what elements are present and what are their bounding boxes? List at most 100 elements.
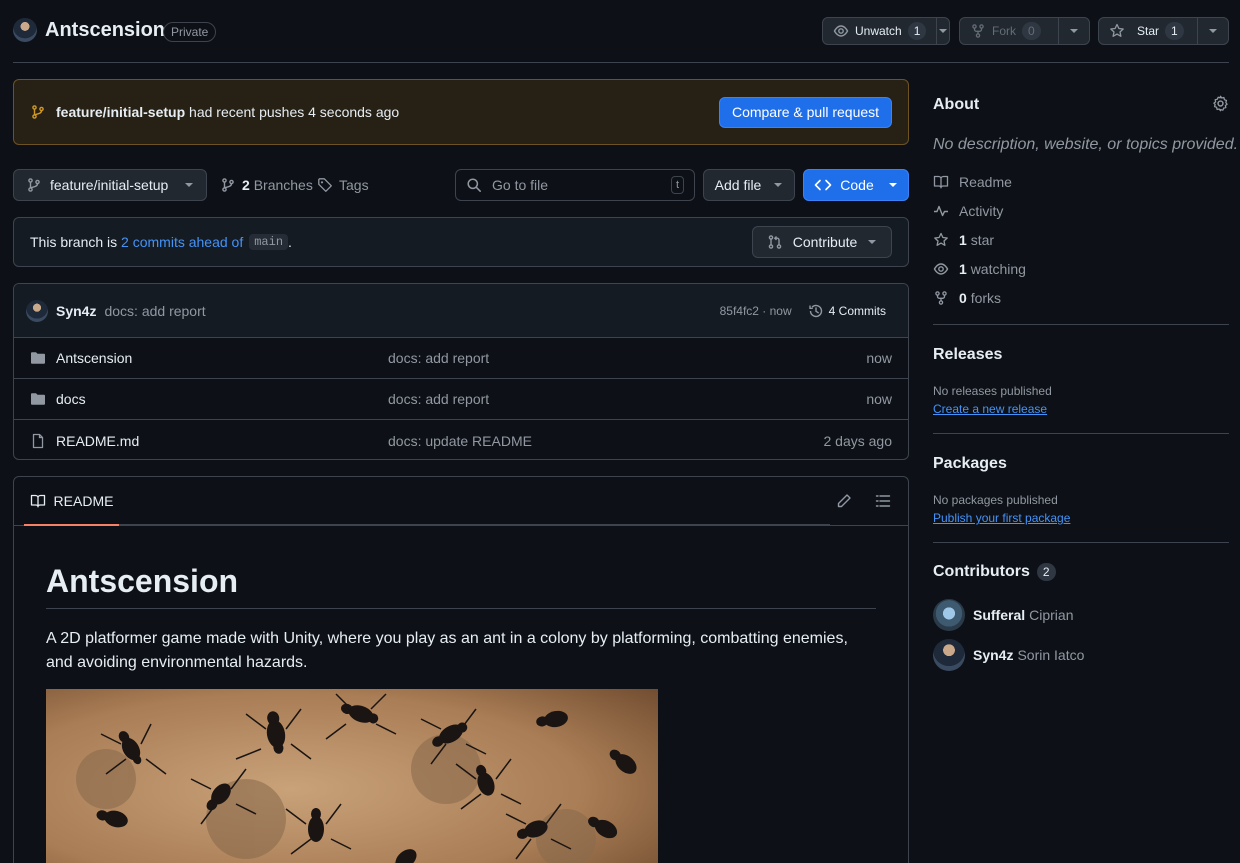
latest-commit-bar: Syn4z docs: add report 85f4fc2 · now 4 C… bbox=[14, 284, 908, 338]
chevron-down-icon[interactable] bbox=[1198, 18, 1228, 44]
sidebar-item-watching[interactable]: 1 watching bbox=[933, 261, 1026, 277]
file-name[interactable]: docs bbox=[56, 391, 388, 407]
tab-readme[interactable]: README bbox=[24, 477, 119, 526]
push-message: had recent pushes 4 seconds ago bbox=[189, 104, 400, 120]
star-button[interactable]: Star 1 bbox=[1098, 17, 1229, 45]
chevron-down-icon bbox=[773, 182, 783, 188]
history-icon bbox=[808, 303, 824, 319]
file-commit-message[interactable]: docs: add report bbox=[388, 391, 866, 407]
avatar[interactable] bbox=[933, 639, 965, 671]
packages-title[interactable]: Packages bbox=[933, 455, 1007, 473]
avatar[interactable] bbox=[933, 599, 965, 631]
contribute-button[interactable]: Contribute bbox=[752, 226, 892, 258]
fork-icon bbox=[970, 23, 986, 39]
sidebar-divider bbox=[933, 433, 1229, 434]
file-commit-message[interactable]: docs: add report bbox=[388, 350, 866, 366]
repo-name[interactable]: Antscension bbox=[45, 19, 165, 42]
branches-label: Branches bbox=[253, 177, 313, 193]
sidebar-item-readme[interactable]: Readme bbox=[933, 174, 1012, 190]
branch-icon bbox=[26, 177, 42, 193]
pushed-branch-name[interactable]: feature/initial-setup bbox=[56, 104, 185, 120]
pencil-icon[interactable] bbox=[836, 493, 852, 509]
commit-sha-time[interactable]: 85f4fc2 · now bbox=[720, 304, 792, 318]
contributors-header[interactable]: Contributors 2 bbox=[933, 563, 1056, 581]
star-icon bbox=[933, 232, 949, 248]
publish-package-link[interactable]: Publish your first package bbox=[933, 511, 1070, 525]
tags-link[interactable]: Tags bbox=[317, 177, 369, 193]
code-button[interactable]: Code bbox=[803, 169, 909, 201]
fork-label: Fork bbox=[992, 24, 1016, 38]
contributor-item[interactable]: Sufferal Ciprian bbox=[933, 599, 1073, 631]
contributor-login[interactable]: Sufferal bbox=[973, 607, 1025, 623]
chevron-down-icon[interactable] bbox=[937, 18, 949, 44]
search-icon bbox=[466, 177, 482, 193]
watch-count: 1 bbox=[907, 22, 927, 40]
chevron-down-icon[interactable] bbox=[1059, 18, 1089, 44]
branch-icon bbox=[220, 177, 236, 193]
sidebar-item-label: star bbox=[970, 232, 995, 248]
repo-owner-avatar[interactable] bbox=[13, 18, 37, 42]
contribute-label: Contribute bbox=[792, 234, 858, 250]
file-name[interactable]: README.md bbox=[56, 433, 388, 449]
gear-icon[interactable] bbox=[1212, 95, 1229, 112]
go-to-file-input[interactable]: Go to file t bbox=[455, 169, 695, 201]
commit-message[interactable]: docs: add report bbox=[104, 303, 205, 319]
file-row[interactable]: README.md docs: update README 2 days ago bbox=[14, 420, 908, 459]
book-icon bbox=[933, 174, 949, 190]
contributor-name: Ciprian bbox=[1029, 607, 1074, 623]
sidebar-item-label: Readme bbox=[959, 174, 1012, 190]
file-row[interactable]: docs docs: add report now bbox=[14, 379, 908, 420]
commits-history-link[interactable]: 4 Commits bbox=[808, 303, 886, 319]
add-file-button[interactable]: Add file bbox=[703, 169, 795, 201]
sidebar-item-label: forks bbox=[970, 290, 1002, 306]
commit-author[interactable]: Syn4z bbox=[56, 303, 96, 319]
file-row[interactable]: Antscension docs: add report now bbox=[14, 338, 908, 379]
readme-description: A 2D platformer game made with Unity, wh… bbox=[46, 630, 848, 671]
releases-note: No releases published bbox=[933, 384, 1052, 398]
contributors-count: 2 bbox=[1036, 563, 1056, 581]
contributor-name: Sorin Iatco bbox=[1017, 647, 1085, 663]
unwatch-button[interactable]: Unwatch 1 bbox=[822, 17, 950, 45]
readme-title: Antscension bbox=[46, 563, 876, 609]
shortcut-key: t bbox=[670, 176, 684, 194]
branches-link[interactable]: 2 Branches bbox=[220, 177, 313, 193]
commits-count-label: 4 Commits bbox=[828, 303, 886, 318]
star-label: Star bbox=[1137, 24, 1160, 38]
sidebar-item-label: watching bbox=[970, 261, 1026, 277]
avatar[interactable] bbox=[26, 299, 48, 322]
create-release-link[interactable]: Create a new release bbox=[933, 402, 1047, 416]
releases-title[interactable]: Releases bbox=[933, 346, 1002, 364]
sidebar-item-count: 0 bbox=[959, 290, 967, 306]
sidebar-item-stars[interactable]: 1 star bbox=[933, 232, 994, 248]
header-divider bbox=[13, 62, 1229, 63]
star-count: 1 bbox=[1165, 22, 1184, 40]
chevron-down-icon bbox=[867, 239, 877, 245]
file-name[interactable]: Antscension bbox=[56, 350, 388, 366]
contributor-item[interactable]: Syn4z Sorin Iatco bbox=[933, 639, 1084, 671]
outline-list-icon[interactable] bbox=[875, 493, 891, 509]
commits-ahead-link[interactable]: 2 commits ahead of bbox=[121, 234, 243, 250]
file-commit-message[interactable]: docs: update README bbox=[388, 433, 824, 449]
about-description: No description, website, or topics provi… bbox=[933, 136, 1239, 153]
about-title: About bbox=[933, 96, 980, 113]
eye-icon bbox=[833, 23, 849, 39]
eye-icon bbox=[933, 261, 949, 277]
base-branch[interactable]: main bbox=[249, 234, 289, 250]
contributor-login[interactable]: Syn4z bbox=[973, 647, 1013, 663]
star-icon bbox=[1109, 23, 1125, 39]
sidebar-item-count: 1 bbox=[959, 261, 967, 277]
file-commit-time: now bbox=[866, 350, 892, 366]
packages-note: No packages published bbox=[933, 493, 1058, 507]
tag-icon bbox=[317, 177, 333, 193]
compare-pull-request-button[interactable]: Compare & pull request bbox=[719, 96, 892, 128]
file-icon bbox=[30, 433, 46, 449]
go-to-file-placeholder: Go to file bbox=[492, 177, 549, 193]
tags-label: Tags bbox=[339, 177, 369, 193]
sidebar-divider bbox=[933, 324, 1229, 325]
sidebar-item-activity[interactable]: Activity bbox=[933, 203, 1003, 219]
fork-button[interactable]: Fork 0 bbox=[959, 17, 1090, 45]
sidebar-item-label: Activity bbox=[959, 203, 1004, 219]
sidebar-item-forks[interactable]: 0 forks bbox=[933, 290, 1001, 306]
fork-icon bbox=[933, 290, 949, 306]
branch-selector[interactable]: feature/initial-setup bbox=[13, 169, 207, 201]
